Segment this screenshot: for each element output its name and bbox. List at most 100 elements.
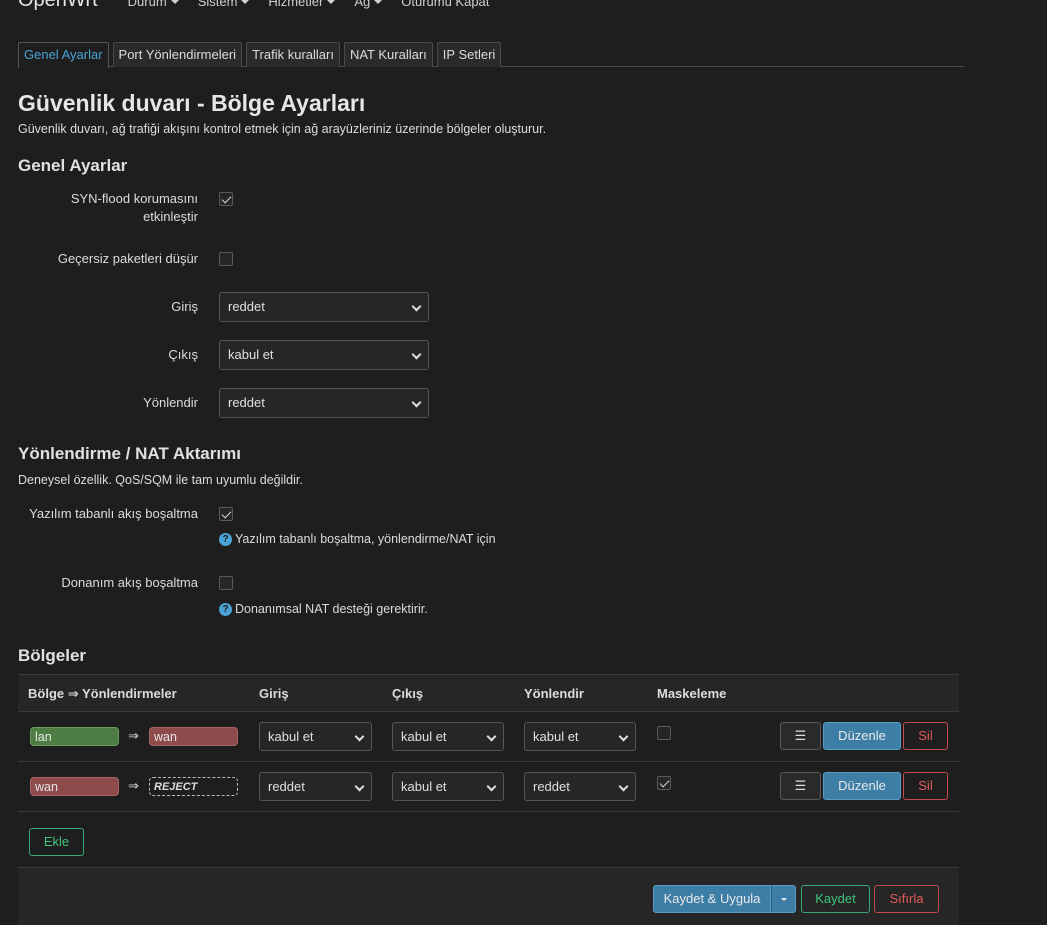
select-value: reddet [228,299,265,314]
select-value: kabul et [533,729,579,744]
zone-output-select[interactable]: kabul et [392,772,504,801]
select-value: kabul et [228,347,274,362]
offload-description: Deneysel özellik. QoS/SQM ile tam uyumlu… [18,473,303,487]
tab-general-settings[interactable]: Genel Ayarlar [18,42,109,68]
forward-arrow: ⇒ [128,778,139,793]
menu-label: Durum [127,0,167,9]
tab-ip-sets[interactable]: IP Setleri [436,42,502,67]
masquerade-checkbox[interactable] [657,726,671,740]
table-header: Bölge ⇒ Yönlendirmeler Giriş Çıkış Yönle… [18,674,959,712]
menu-durum[interactable]: Durum [128,0,179,12]
chevron-down-icon [411,397,422,408]
forward-policy-label: Yönlendir [143,395,198,410]
col-masquerade: Maskeleme [657,686,727,701]
output-policy-label: Çıkış [168,347,198,362]
chevron-down-icon [411,301,422,312]
hardware-offload-label: Donanım akış boşaltma [61,575,198,590]
input-policy-label: Giriş [171,299,198,314]
help-icon: ? [219,532,232,546]
software-offload-checkbox[interactable] [219,507,233,521]
zones-table: Bölge ⇒ Yönlendirmeler Giriş Çıkış Yönle… [18,674,959,812]
section-heading-offload: Yönlendirme / NAT Aktarımı [18,444,241,463]
tab-port-forwards[interactable]: Port Yönlendirmeleri [112,42,243,67]
chevron-down-icon [241,0,250,4]
tab-nat-rules[interactable]: NAT Kuralları [343,42,433,67]
chevron-down-icon [618,781,629,792]
select-value: kabul et [268,729,314,744]
save-button[interactable]: Kaydet [801,885,870,913]
hardware-offload-checkbox[interactable] [219,576,233,590]
select-value: kabul et [401,729,447,744]
zone-badge-wan: wan [30,777,119,796]
software-offload-label: Yazılım tabanlı akış boşaltma [29,506,198,521]
drop-invalid-label: Geçersiz paketleri düşür [57,251,198,266]
syn-flood-label: SYN-flood korumasını etkinleştir [18,190,198,226]
help-icon: ? [219,602,232,616]
input-policy-select[interactable]: reddet [219,292,429,322]
syn-flood-label-line2: etkinleştir [143,209,198,224]
col-input: Giriş [259,686,289,701]
select-value: kabul et [401,779,447,794]
syn-flood-checkbox[interactable] [219,192,233,206]
menu-ag[interactable]: Ağ [354,0,383,12]
chevron-down-icon [411,349,422,360]
syn-flood-label-line1: SYN-flood korumasını [70,191,198,206]
masquerade-checkbox[interactable] [657,776,671,790]
chevron-down-icon [486,731,497,742]
tab-bar: Genel Ayarlar Port Yönlendirmeleri Trafi… [18,42,964,68]
select-value: reddet [268,779,305,794]
edit-button[interactable]: Düzenle [823,772,901,800]
help-text: Donanımsal NAT desteği gerektirir. [235,602,428,616]
zone-badge-wan: wan [149,727,238,746]
zone-forward-select[interactable]: kabul et [524,722,636,751]
menu-label: Hizmetler [268,0,324,9]
menu-hizmetler[interactable]: Hizmetler [268,0,336,12]
delete-button[interactable]: Sil [903,722,948,750]
output-policy-select[interactable]: kabul et [219,340,429,370]
hardware-offload-help: ? Donanımsal NAT desteği gerektirir. [219,602,428,616]
menu-logout[interactable]: Oturumu Kapat [401,0,489,12]
add-zone-button[interactable]: Ekle [29,828,84,856]
page-description: Güvenlik duvarı, ağ trafiği akışını kont… [18,122,547,136]
chevron-down-icon [170,0,179,4]
zone-badge-lan: lan [30,727,119,746]
drop-invalid-checkbox[interactable] [219,252,233,266]
save-apply-button[interactable]: Kaydet & Uygula [653,885,771,913]
save-apply-dropdown-button[interactable] [771,885,796,913]
edit-button[interactable]: Düzenle [823,722,901,750]
brand-logo[interactable]: OpenWrt [18,0,98,12]
drag-menu-button[interactable]: ☰ [780,722,821,750]
zone-input-select[interactable]: kabul et [259,722,372,751]
menu-label: Oturumu Kapat [401,0,490,9]
chevron-down-icon [354,781,365,792]
zone-input-select[interactable]: reddet [259,772,372,801]
table-row: wan ⇒ REJECT reddet kabul et reddet ☰ Dü… [18,762,959,812]
forward-policy-select[interactable]: reddet [219,388,429,418]
delete-button[interactable]: Sil [903,772,948,800]
chevron-down-icon [780,898,787,901]
menu-label: Ağ [354,0,371,9]
table-row: lan ⇒ wan kabul et kabul et kabul et ☰ D… [18,712,959,762]
chevron-down-icon [327,0,336,4]
menu-sistem[interactable]: Sistem [198,0,250,12]
section-heading-zones: Bölgeler [18,646,87,665]
help-text: Yazılım tabanlı boşaltma, yönlendirme/NA… [235,532,496,546]
menu-label: Sistem [197,0,238,9]
chevron-down-icon [374,0,383,4]
forward-arrow: ⇒ [128,728,139,743]
top-nav: OpenWrt Durum Sistem Hizmetler Ağ Oturum… [0,0,1047,12]
col-forward: Yönlendir [524,686,584,701]
software-offload-help: ? Yazılım tabanlı boşaltma, yönlendirme/… [219,532,496,546]
zone-forward-select[interactable]: reddet [524,772,636,801]
col-output: Çıkış [392,686,424,701]
action-footer: Kaydet & Uygula Kaydet Sıfırla [18,867,959,925]
reset-button[interactable]: Sıfırla [874,885,939,913]
chevron-down-icon [618,731,629,742]
chevron-down-icon [486,781,497,792]
zone-badge-reject: REJECT [149,777,238,796]
drag-menu-button[interactable]: ☰ [780,772,821,800]
section-heading-general: Genel Ayarlar [18,156,128,175]
zone-output-select[interactable]: kabul et [392,722,504,751]
tab-traffic-rules[interactable]: Trafik kuralları [246,42,340,67]
page-title: Güvenlik duvarı - Bölge Ayarları [18,90,366,116]
